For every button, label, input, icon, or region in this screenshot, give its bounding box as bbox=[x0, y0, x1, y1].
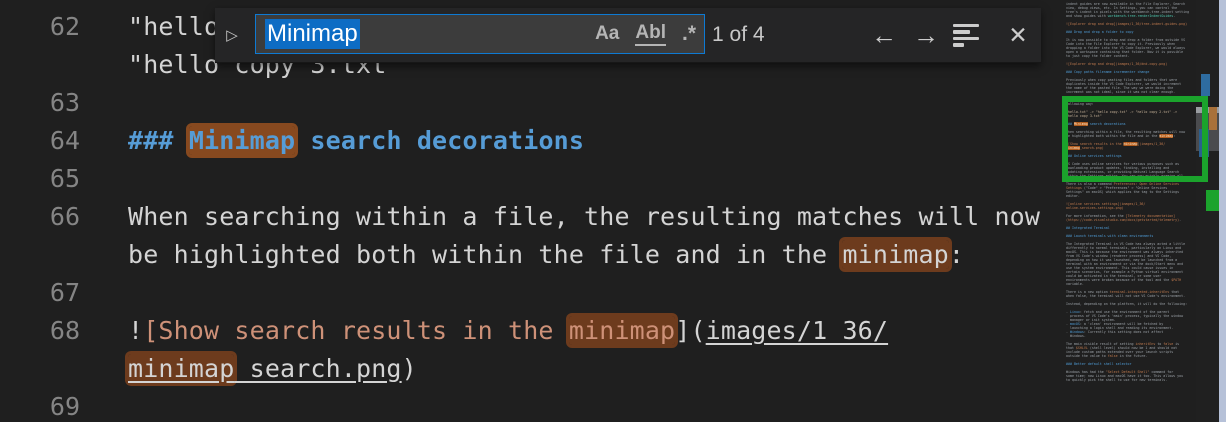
line-number: 66 bbox=[0, 198, 80, 236]
line-number: 63 bbox=[0, 84, 80, 122]
minimap-text: . bbox=[1179, 218, 1181, 222]
code-line[interactable]: be highlighted both within the file and … bbox=[128, 236, 964, 274]
overview-ruler[interactable] bbox=[1196, 0, 1219, 422]
line-number: 64 bbox=[0, 122, 80, 160]
minimap-text: in the future. bbox=[1118, 354, 1148, 358]
minimap-text: variable. bbox=[1066, 282, 1084, 286]
minimap-line: Settings" on macOS) which applies the ta… bbox=[1066, 190, 1196, 194]
minimap-text: $PATH bbox=[1171, 278, 1181, 282]
code-text: [Show search results in the bbox=[143, 316, 569, 345]
code-text: ### bbox=[128, 126, 189, 155]
minimap-text: ![Explorer drag and drop](images/1_36/tr… bbox=[1066, 22, 1187, 26]
code-text: be highlighted both within the file and … bbox=[128, 240, 842, 269]
close-find-widget-button[interactable]: ✕ bbox=[1001, 8, 1035, 62]
minimap-text: to quickly pick the shell to use for new… bbox=[1066, 378, 1167, 382]
minimap-text: Settings" on macOS) which applies the ta… bbox=[1066, 190, 1179, 194]
overview-ruler-marker-blue bbox=[1201, 74, 1210, 96]
code-text: _search.png bbox=[234, 354, 401, 383]
close-icon: ✕ bbox=[1008, 22, 1027, 48]
minimap-line: when false, the terminal will not use VS… bbox=[1066, 294, 1196, 298]
whole-word-button[interactable]: Abl bbox=[635, 22, 666, 46]
minimap-text: workbench.tree.renderIndentGuides bbox=[1108, 14, 1174, 18]
minimap-text: ![Explorer drag and drop](images/1_36/dn… bbox=[1066, 62, 1167, 66]
code-text: ]( bbox=[675, 316, 705, 345]
minimap-text: Instead, depending on the platform, it w… bbox=[1066, 302, 1187, 306]
find-input[interactable]: Minimap Aa Abl .* bbox=[255, 14, 705, 54]
match-case-button[interactable]: Aa bbox=[595, 23, 619, 45]
minimap-text: . bbox=[1173, 14, 1175, 18]
annotation-marker bbox=[1206, 190, 1220, 211]
minimap-text: increment was not ideal, since it was no… bbox=[1066, 90, 1175, 94]
overview-ruler-marker-find bbox=[1209, 107, 1217, 130]
code-line[interactable]: When searching within a file, the result… bbox=[128, 198, 1040, 236]
minimap-text: Windows. bbox=[1066, 334, 1086, 338]
line-number: 67 bbox=[0, 274, 80, 312]
minimap-text: online-services-settings.png) bbox=[1066, 206, 1124, 210]
minimap-text: : Currently this setting does not affect bbox=[1084, 330, 1163, 334]
find-match-highlight: minimap bbox=[569, 316, 675, 345]
minimap-text: ### Launch terminals with clean environm… bbox=[1066, 234, 1153, 238]
previous-match-button[interactable]: ← bbox=[867, 8, 901, 62]
minimap-line: (https://code.visualstudio.com/docs/gets… bbox=[1066, 218, 1196, 222]
window-edge-strip bbox=[1219, 0, 1226, 422]
minimap-text: to just copy the folder content. bbox=[1066, 54, 1130, 58]
code-text: search decorations bbox=[295, 126, 584, 155]
code-line[interactable]: minimap_search.png) bbox=[128, 350, 417, 388]
selection-lines-icon bbox=[953, 30, 970, 34]
line-number: 62 bbox=[0, 8, 80, 46]
minimap-text: when false, the terminal will not use VS… bbox=[1066, 294, 1185, 298]
minimap-text: editor. bbox=[1066, 194, 1080, 198]
line-number: 65 bbox=[0, 160, 80, 198]
toggle-replace-button[interactable]: ▷ bbox=[215, 8, 249, 62]
find-results-count: 1 of 4 bbox=[712, 8, 765, 62]
code-text: ! bbox=[128, 316, 143, 345]
minimap-line: to quickly pick the shell to use for new… bbox=[1066, 378, 1196, 382]
minimap-text: ### Drag and drop a folder to copy bbox=[1066, 30, 1133, 34]
selection-lines-icon bbox=[953, 24, 979, 28]
minimap-text: false bbox=[1108, 354, 1118, 358]
find-match-highlight: minimap bbox=[128, 354, 234, 383]
minimap-text: ## Integrated Terminal bbox=[1066, 226, 1110, 230]
next-match-button[interactable]: → bbox=[909, 8, 943, 62]
minimap-text: (https://code.visualstudio.com/docs/gets… bbox=[1066, 218, 1179, 222]
selection-lines-icon bbox=[953, 37, 979, 41]
minimap-line: environments were broken because of the … bbox=[1066, 278, 1196, 282]
minimap-text: and show guides with bbox=[1066, 14, 1108, 18]
chevron-right-icon: ▷ bbox=[226, 26, 238, 44]
code-text: images/1_36/ bbox=[706, 316, 888, 345]
minimap-text: ### Better default shell selector bbox=[1066, 362, 1132, 366]
find-widget: ▷ Minimap Aa Abl .* 1 of 4 ← → ✕ bbox=[215, 8, 1041, 63]
find-match-highlight: minimap bbox=[842, 240, 948, 269]
line-number: 68 bbox=[0, 312, 80, 350]
regex-button[interactable]: .* bbox=[682, 22, 696, 46]
selection-lines-icon bbox=[953, 43, 964, 47]
minimap[interactable]: indent guides are now available in the F… bbox=[1066, 0, 1196, 422]
arrow-right-icon: → bbox=[913, 20, 939, 50]
line-number: 69 bbox=[0, 388, 80, 422]
minimap-content: indent guides are now available in the F… bbox=[1066, 0, 1196, 382]
code-line[interactable]: ### Minimap search decorations bbox=[128, 122, 584, 160]
find-query-selected-text: Minimap bbox=[265, 19, 360, 49]
code-line[interactable]: ![Show search results in the minimap](im… bbox=[128, 312, 888, 350]
find-in-selection-button[interactable] bbox=[953, 8, 987, 62]
annotation-rectangle bbox=[1062, 96, 1208, 182]
code-text: : bbox=[949, 240, 964, 269]
minimap-text: ### Copy paths filename incrementer chan… bbox=[1066, 70, 1149, 74]
minimap-line: ![Explorer drag and drop](images/1_36/tr… bbox=[1066, 22, 1196, 26]
editor-region[interactable]: 62"hello.txt" -> "hello copy.txt" -> "he… bbox=[0, 0, 1226, 422]
arrow-left-icon: ← bbox=[871, 20, 897, 50]
minimap-line: Instead, depending on the platform, it w… bbox=[1066, 302, 1196, 306]
minimap-text: outside the value to bbox=[1066, 354, 1108, 358]
code-text: ) bbox=[402, 354, 417, 383]
find-match-highlight: Minimap bbox=[189, 126, 295, 155]
code-text: When searching within a file, the result… bbox=[128, 202, 1040, 231]
